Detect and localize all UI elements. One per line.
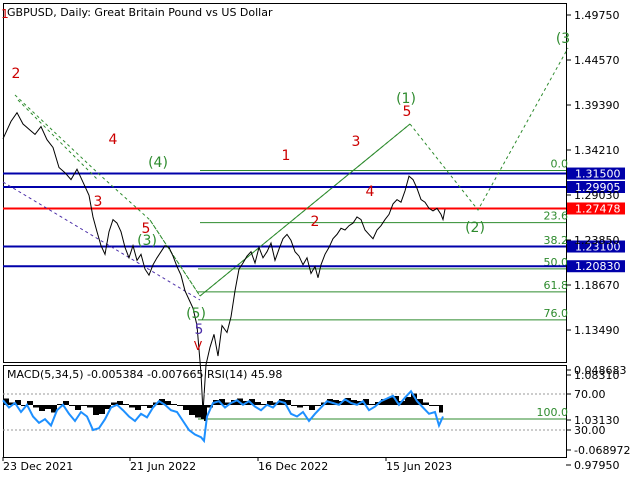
fib-label: 0.0 <box>551 158 569 171</box>
macd-histogram-bar <box>99 405 105 414</box>
macd-histogram-bar <box>291 405 297 406</box>
wave-label: 4 <box>109 132 118 148</box>
y-axis-label: 1.23850 <box>574 234 620 247</box>
y-axis-label: 1.29030 <box>574 189 620 202</box>
y-axis-label: 1.49750 <box>574 9 620 22</box>
x-axis-label: 15 Jun 2023 <box>386 460 452 473</box>
indicator-y-label: 70.00 <box>574 388 606 401</box>
fib-label: 100.0 <box>537 406 569 419</box>
macd-histogram-bar <box>201 405 204 419</box>
chart-title: GBPUSD, Daily: Great Britain Pound vs US… <box>7 6 273 19</box>
x-axis-label: 21 Jun 2022 <box>130 460 196 473</box>
fib-label: 61.8 <box>544 279 569 292</box>
macd-histogram-bar <box>123 404 129 405</box>
macd-histogram-bar <box>309 405 315 410</box>
macd-histogram-bar <box>315 405 321 406</box>
fib-label: 76.0 <box>544 307 569 320</box>
macd-histogram-bar <box>303 405 309 406</box>
macd-histogram-bar <box>189 405 195 415</box>
macd-histogram-bar <box>93 405 99 415</box>
macd-histogram-bar <box>435 405 439 406</box>
wave-label: 3 <box>94 194 103 210</box>
chart-window: GBPUSD, Daily: Great Britain Pound vs US… <box>0 0 640 480</box>
indicator-y-label: 30.00 <box>574 424 606 437</box>
level-price-label: 1.20830 <box>575 260 621 273</box>
y-axis-label: 1.39390 <box>574 99 620 112</box>
fib-label: 23.6 <box>544 210 569 223</box>
y-axis-label: 0.97950 <box>574 459 620 472</box>
wave-label: 3 <box>352 134 361 150</box>
x-axis-label: 16 Dec 2022 <box>258 460 328 473</box>
wave-label: (3) <box>137 233 157 249</box>
y-axis-label: 1.13490 <box>574 324 620 337</box>
macd-histogram-bar <box>297 405 303 408</box>
wave-label: 2 <box>12 66 21 82</box>
wave-label: 1 <box>282 148 291 164</box>
x-axis-label: 23 Dec 2021 <box>3 460 73 473</box>
macd-histogram-bar <box>135 405 141 410</box>
macd-histogram-bar <box>69 405 75 406</box>
wave-label: (4) <box>148 155 168 171</box>
y-axis-label: 1.34210 <box>574 144 620 157</box>
macd-histogram-bar <box>183 405 189 410</box>
macd-histogram-bar <box>195 405 201 418</box>
wave-label: 4 <box>366 184 375 200</box>
macd-histogram-bar <box>369 404 375 405</box>
price-chart-svg: GBPUSD, Daily: Great Britain Pound vs US… <box>1 3 630 473</box>
wave-label: 5 <box>195 322 204 338</box>
macd-histogram-bar <box>39 405 45 411</box>
y-axis-label: 1.18670 <box>574 279 620 292</box>
macd-histogram-bar <box>177 405 183 406</box>
macd-histogram-bar <box>81 405 87 406</box>
indicator-y-label: 0.048683 <box>574 364 627 377</box>
macd-histogram-bar <box>171 404 177 405</box>
macd-histogram-bar <box>33 405 39 408</box>
macd-histogram-bar <box>405 397 411 405</box>
indicator-y-label: -0.068972 <box>574 444 630 457</box>
level-price-label: 1.31500 <box>575 168 621 181</box>
macd-histogram-bar <box>439 405 443 413</box>
wave-label: 1 <box>1 7 9 21</box>
y-axis-label: 1.44570 <box>574 54 620 67</box>
wave-label: V <box>194 339 203 353</box>
wave-label: 2 <box>311 214 320 230</box>
main-chart-frame <box>3 3 567 363</box>
wave-label: (1) <box>396 91 416 107</box>
fib-label: 38.2 <box>544 234 569 247</box>
wave-label: (3 <box>556 31 570 47</box>
indicator-title: MACD(5,34,5) -0.005384 -0.007665 RSI(14)… <box>7 368 282 381</box>
macd-histogram-bar <box>75 405 81 410</box>
macd-histogram-bar <box>423 402 429 405</box>
macd-histogram-bar <box>129 405 135 408</box>
wave-label: (2) <box>465 220 485 236</box>
wave-label: (5) <box>186 306 206 322</box>
macd-histogram-bar <box>255 402 261 405</box>
macd-histogram-bar <box>45 405 51 409</box>
macd-histogram-bar <box>87 405 93 408</box>
macd-histogram-bar <box>429 405 435 406</box>
level-price-label: 1.27478 <box>575 202 621 215</box>
macd-histogram-bar <box>141 405 147 406</box>
